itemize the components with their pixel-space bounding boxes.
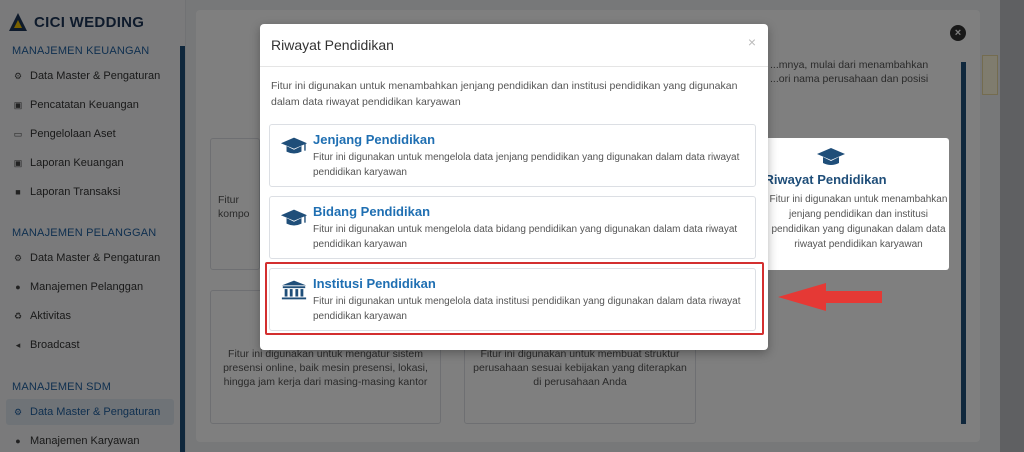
modal-intro: Fitur ini digunakan untuk menambahkan je… [271,80,738,108]
modal-title: Riwayat Pendidikan [271,37,394,53]
graduation-cap-icon [817,148,845,165]
option-bidang-pendidikan[interactable]: Bidang Pendidikan Fitur ini digunakan un… [269,196,756,259]
graduation-cap-icon [280,137,308,154]
highlight-box [265,262,764,335]
card-desc: Fitur ini digunakan untuk menambahkan je… [769,194,948,250]
modal-close-button[interactable]: × [748,34,756,50]
modal-header: Riwayat Pendidikan × [260,24,768,67]
red-arrow-icon [778,283,882,311]
window-edge [1000,0,1024,452]
option-title: Bidang Pendidikan [313,204,431,219]
graduation-cap-icon [280,209,308,226]
option-title: Jenjang Pendidikan [313,132,436,147]
option-desc: Fitur ini digunakan untuk mengelola data… [313,152,740,178]
option-desc: Fitur ini digunakan untuk mengelola data… [313,224,738,250]
option-jenjang-pendidikan[interactable]: Jenjang Pendidikan Fitur ini digunakan u… [269,124,756,187]
